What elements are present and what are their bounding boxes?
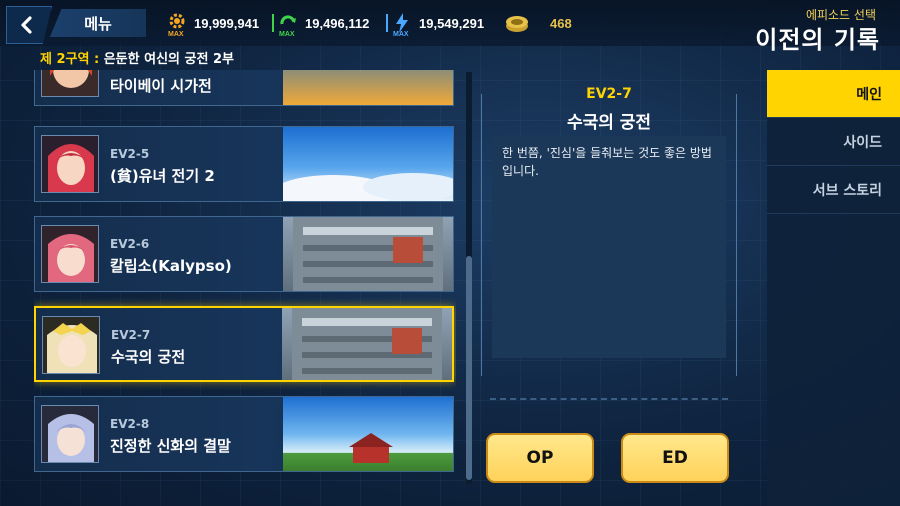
back-button[interactable] bbox=[6, 6, 52, 44]
resource-value: 19,496,112 bbox=[305, 15, 370, 31]
detail-code: EV2-7 bbox=[586, 86, 632, 102]
episode-code: EV2-5 bbox=[110, 147, 150, 161]
resource-coins: 468 bbox=[504, 12, 572, 34]
episode-scene bbox=[282, 308, 452, 380]
tab-main[interactable]: 메인 bbox=[767, 70, 900, 118]
episode-name: 진정한 신화의 결말 bbox=[110, 437, 231, 455]
op-button[interactable]: OP bbox=[486, 433, 594, 483]
episode-code: EV2-8 bbox=[110, 417, 150, 431]
resource-gear: MAX 19,999,941 bbox=[166, 12, 260, 38]
coin-stack-icon bbox=[504, 12, 530, 34]
episode-card[interactable]: EV2-5 (貧)유녀 전기 2 bbox=[34, 126, 454, 202]
tab-sub-story[interactable]: 서브 스토리 bbox=[767, 166, 900, 214]
gear-icon: MAX bbox=[166, 12, 188, 38]
divider bbox=[386, 14, 388, 32]
max-label: MAX bbox=[279, 31, 295, 38]
episode-portrait bbox=[41, 225, 99, 283]
episode-scene bbox=[283, 217, 453, 291]
scrollbar-thumb[interactable] bbox=[466, 256, 472, 480]
max-label: MAX bbox=[168, 31, 184, 38]
zone-separator: : bbox=[89, 52, 104, 67]
episode-portrait bbox=[41, 135, 99, 193]
episode-name: (貧)유녀 전기 2 bbox=[110, 167, 215, 185]
episode-card[interactable]: EV2-6 칼립소(Kalypso) bbox=[34, 216, 454, 292]
divider bbox=[490, 398, 728, 400]
episode-name: 수국의 궁전 bbox=[111, 348, 186, 366]
resource-value: 19,549,291 bbox=[419, 15, 485, 31]
episode-card[interactable]: EV2-8 진정한 신화의 결말 bbox=[34, 396, 454, 472]
max-label: MAX bbox=[393, 31, 409, 38]
category-tabs: 메인 사이드 서브 스토리 bbox=[767, 70, 900, 506]
detail-description: 한 번쯤, '진심'을 들춰보는 것도 좋은 방법입니다. bbox=[492, 136, 726, 358]
resource-value: 468 bbox=[550, 15, 572, 31]
resource-recycle: MAX 19,496,112 bbox=[272, 12, 370, 38]
episode-code: EV2-7 bbox=[111, 328, 151, 342]
episode-portrait bbox=[42, 316, 100, 374]
episode-detail-panel: EV2-7 수국의 궁전 한 번쯤, '진심'을 들춰보는 것도 좋은 방법입니… bbox=[481, 86, 737, 376]
zone-name: 은둔한 여신의 궁전 2부 bbox=[103, 52, 234, 67]
episode-card-selected[interactable]: EV2-7 수국의 궁전 bbox=[34, 306, 454, 382]
ed-button[interactable]: ED bbox=[621, 433, 729, 483]
episode-scene bbox=[283, 70, 453, 105]
chevron-left-icon bbox=[21, 16, 32, 34]
screen-title: 이전의 기록 bbox=[755, 26, 880, 54]
divider bbox=[272, 14, 274, 32]
menu-button[interactable]: 메뉴 bbox=[50, 9, 146, 37]
episode-code: EV2-6 bbox=[110, 237, 150, 251]
episode-name: 칼립소(Kalypso) bbox=[110, 257, 232, 275]
lightning-icon: MAX bbox=[391, 12, 413, 38]
recycle-icon: MAX bbox=[277, 12, 299, 38]
episode-scene bbox=[283, 397, 453, 471]
tab-side[interactable]: 사이드 bbox=[767, 118, 900, 166]
episode-list[interactable]: 타이베이 시가전 EV2-5 (貧)유녀 전기 2 EV2-6 칼립소(Kaly… bbox=[34, 70, 456, 490]
resource-value: 19,999,941 bbox=[194, 15, 260, 31]
episode-portrait bbox=[41, 70, 99, 97]
detail-title: 수국의 궁전 bbox=[566, 113, 652, 133]
resource-lightning: MAX 19,549,291 bbox=[386, 12, 485, 38]
zone-label: 제 2구역 bbox=[40, 52, 90, 67]
top-bar: 메뉴 MAX 19,999,941 MAX 19,496,112 MAX 19,… bbox=[0, 0, 900, 54]
episode-portrait bbox=[41, 405, 99, 463]
zone-heading: 제 2구역 : 은둔한 여신의 궁전 2부 bbox=[40, 48, 234, 67]
episode-name: 타이베이 시가전 bbox=[110, 77, 212, 95]
episode-card[interactable]: 타이베이 시가전 bbox=[34, 70, 454, 106]
episode-scene bbox=[273, 127, 453, 201]
